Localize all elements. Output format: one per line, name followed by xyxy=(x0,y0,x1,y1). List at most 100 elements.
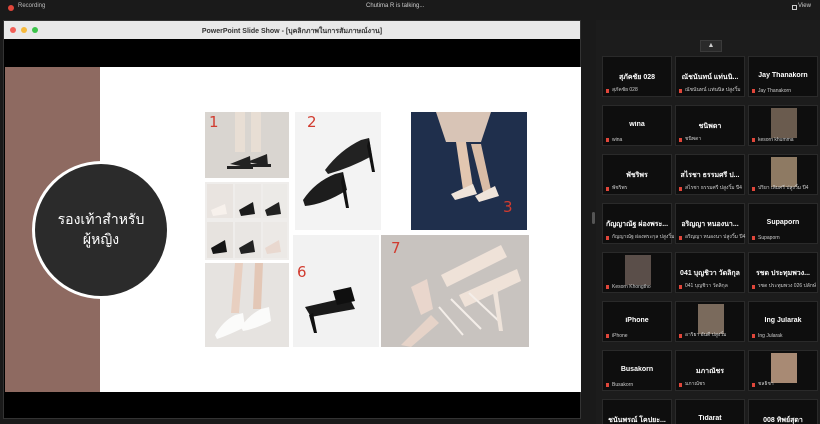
participant-display-name: สไรชา ธรรมศรี ปสูงวิ้ม ปี4 xyxy=(685,185,742,191)
photo-number-1: 1 xyxy=(209,113,219,131)
participant-name: ชนันพรณ์ โคปยะ... xyxy=(608,417,666,424)
view-button[interactable]: View xyxy=(798,3,811,9)
participant-name: อริญญา หนองนา... xyxy=(681,221,739,228)
participant-tile[interactable]: สุภัคชัย 028 สุภัคชัย 028 xyxy=(602,56,672,97)
title-circle: รองเท้าสำหรับ ผู้หญิง xyxy=(35,164,167,296)
participant-name: สุภัคชัย 028 xyxy=(618,74,656,81)
shared-screen-window: PowerPoint Slide Show - [บุคลิกภาพในการส… xyxy=(3,20,581,419)
participant-display-name: ปริยา เลิมศรี ปสูงวิ้ม ปี4 xyxy=(758,185,809,191)
participant-video xyxy=(771,157,797,187)
gallery-scroll-up-button[interactable]: ▲ xyxy=(700,40,722,52)
muted-mic-icon xyxy=(606,138,609,142)
participant-tile[interactable]: อาริยา อันดี ปสูงวิ้ม xyxy=(675,301,745,342)
participant-display-name: พัชริพร xyxy=(612,185,628,191)
participant-tile[interactable]: TidaratTidarat xyxy=(675,399,745,424)
participant-tile[interactable]: Supaporn Supaporn xyxy=(748,203,818,244)
participant-display-name: Supaporn xyxy=(758,235,780,241)
muted-mic-icon xyxy=(752,138,755,142)
photo-number-2: 2 xyxy=(307,113,317,131)
participant-tile[interactable]: Kesorn Khongtho xyxy=(602,252,672,293)
muted-mic-icon xyxy=(606,334,609,338)
muted-mic-icon xyxy=(679,89,682,93)
black-mule-image xyxy=(293,235,379,347)
window-title: PowerPoint Slide Show - [บุคลิกภาพในการส… xyxy=(201,28,383,35)
participant-display-name: Kesorn Khongtho xyxy=(612,284,651,290)
participant-name: Ing Jularak xyxy=(764,317,802,324)
participant-tile[interactable]: กัญญาณัฐ ผ่องพระ... กัญญาณัฐ ผ่องพระกุล ป… xyxy=(602,203,674,244)
shoe-photo-1: 1 xyxy=(205,112,289,178)
participant-display-name: wina xyxy=(612,137,623,143)
participant-tile[interactable]: มภาณัชร มภาณัชร xyxy=(675,350,745,391)
view-grid-icon[interactable] xyxy=(792,5,797,10)
muted-mic-icon xyxy=(679,138,682,142)
participant-display-name: Ing Jularak xyxy=(758,333,783,339)
muted-mic-icon xyxy=(679,285,682,289)
panel-resize-handle[interactable] xyxy=(592,212,595,224)
muted-mic-icon xyxy=(606,89,609,93)
participant-display-name: Jay Thanakorn xyxy=(758,88,791,94)
slide-heading-line1: รองเท้าสำหรับ xyxy=(57,212,145,228)
muted-mic-icon xyxy=(606,236,609,240)
photo-number-7: 7 xyxy=(391,239,401,257)
participant-display-name: รชด ประทุมพวง 026 ปลักษ์ xyxy=(758,283,817,289)
heels-collage-image xyxy=(205,182,289,260)
participant-tile[interactable]: ณัชนันทน์ แท่นนิ... ณัชนันทน์ แท่นนิล ปสู… xyxy=(675,56,745,97)
participant-video xyxy=(771,353,797,383)
participant-display-name: ณัชนันทน์ แท่นนิล ปสูงวิ้ม xyxy=(685,87,741,93)
participant-tile[interactable]: อริญญา หนองนา... อริญญา หนองนา ปสูงวิ้ม ป… xyxy=(675,203,745,244)
participant-name: iPhone xyxy=(625,317,649,324)
participant-name: มภาณัชร xyxy=(695,368,725,375)
shoe-photo-2: 2 xyxy=(295,112,381,230)
muted-mic-icon xyxy=(679,334,682,338)
participant-tile[interactable]: 008 ทิพย์สุดา008 ทิพย์สุดา xyxy=(748,399,818,424)
recording-label[interactable]: Recording xyxy=(18,3,45,9)
meeting-top-bar: Recording Chutima R is talking... View xyxy=(0,0,820,18)
shoe-photo-5: 5 xyxy=(205,263,289,347)
shoe-photo-4: 4 xyxy=(205,182,289,260)
participant-video xyxy=(771,108,797,138)
participant-tile[interactable]: kesorn khumma xyxy=(748,105,818,146)
participant-tile[interactable]: สไรชา ธรรมศรี ป... สไรชา ธรรมศรี ปสูงวิ้ม… xyxy=(675,154,745,195)
muted-mic-icon xyxy=(606,383,609,387)
participant-name: ชนิพดา xyxy=(698,123,722,130)
recording-icon xyxy=(8,5,14,11)
shoe-photo-6: 6 xyxy=(293,235,379,347)
slide-heading-line2: ผู้หญิง xyxy=(82,232,120,248)
presentation-slide: รองเท้าสำหรับ ผู้หญิง 1 2 3 6 7 xyxy=(5,67,581,392)
participant-tile[interactable]: Jay Thanakorn Jay Thanakorn xyxy=(748,56,818,97)
participant-tile[interactable]: รชด ประทุมพวง... รชด ประทุมพวง 026 ปลักษ์ xyxy=(748,252,818,293)
participant-display-name: มภาณัชร xyxy=(685,381,706,387)
participant-display-name: ชนิพดา xyxy=(685,136,702,142)
participant-tile[interactable]: Busakorn Busakorn xyxy=(602,350,672,391)
participant-tile[interactable]: wina wina xyxy=(602,105,672,146)
shoe-photo-3: 3 xyxy=(411,112,527,230)
photo-number-6: 6 xyxy=(297,263,307,281)
participant-tile[interactable]: ชนันพรณ์ โคปยะ...ชนันพรณ์ โคปยะยิ้ม ปสูง… xyxy=(602,399,672,424)
participant-display-name: 041 บุญชิวา วัดลิกุล xyxy=(685,283,728,289)
participant-tile[interactable]: 041 บุญชิวา วัดลิกุล 041 บุญชิวา วัดลิกุล xyxy=(675,252,745,293)
participant-video xyxy=(698,304,724,334)
participant-tile[interactable]: ชนิพดา ชนิพดา xyxy=(675,105,745,146)
participant-tile[interactable]: ปริยา เลิมศรี ปสูงวิ้ม ปี4 xyxy=(748,154,818,195)
shoe-photo-7: 7 xyxy=(381,235,529,347)
participant-name: 008 ทิพย์สุดา xyxy=(763,417,803,424)
participant-display-name: Busakorn xyxy=(612,382,634,388)
active-speaker-label: Chutima R is talking... xyxy=(366,3,425,9)
participant-name: Tidarat xyxy=(698,415,722,422)
participant-tile[interactable]: พัชริพร พัชริพร xyxy=(602,154,672,195)
muted-mic-icon xyxy=(606,187,609,191)
muted-mic-icon xyxy=(679,187,682,191)
strappy-heels-image xyxy=(381,235,529,347)
muted-mic-icon xyxy=(752,187,755,191)
participant-name: สไรชา ธรรมศรี ป... xyxy=(680,172,740,179)
participant-tile[interactable]: Ing Jularak Ing Jularak xyxy=(748,301,818,342)
participant-name: Jay Thanakorn xyxy=(758,72,808,79)
window-titlebar: PowerPoint Slide Show - [บุคลิกภาพในการส… xyxy=(4,21,580,39)
participant-name: Busakorn xyxy=(620,366,654,373)
participant-tile[interactable]: ชลธิชา xyxy=(748,350,818,391)
participant-tile[interactable]: iPhone iPhone xyxy=(602,301,672,342)
muted-mic-icon xyxy=(752,334,755,338)
participant-name: รชด ประทุมพวง... xyxy=(756,270,810,277)
muted-mic-icon xyxy=(679,236,682,240)
muted-mic-icon xyxy=(752,236,755,240)
